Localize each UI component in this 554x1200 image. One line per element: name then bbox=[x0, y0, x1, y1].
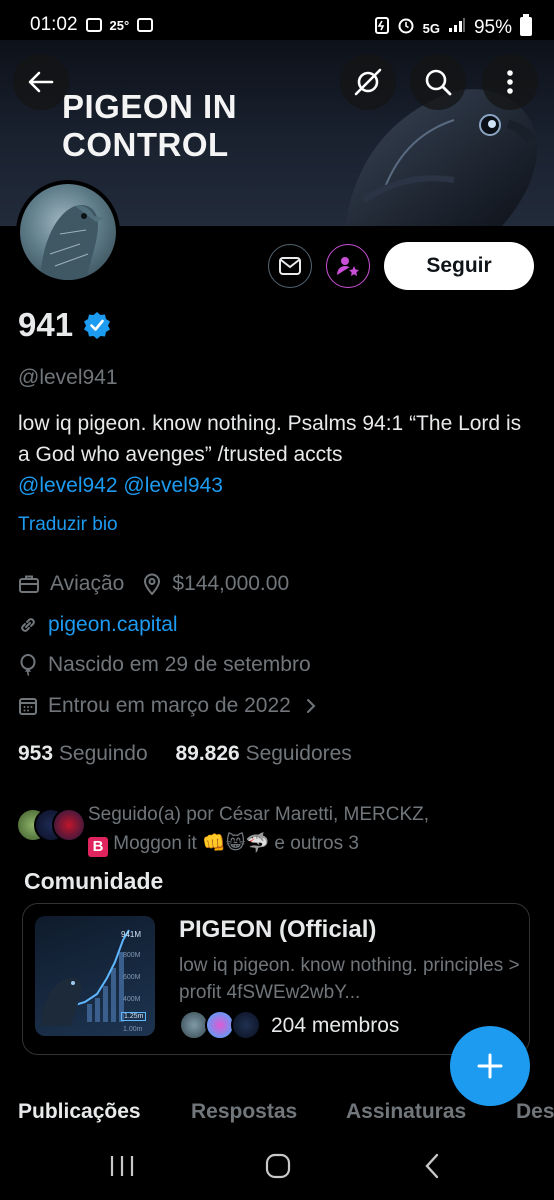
followed-by-emojis: 👊😸🦈 bbox=[202, 833, 270, 854]
link-icon bbox=[21, 618, 35, 632]
gallery-icon bbox=[85, 18, 102, 32]
grok-button[interactable] bbox=[340, 54, 396, 110]
bio-mention-level942[interactable]: @level942 bbox=[18, 474, 118, 497]
followers-count: 89.826 bbox=[175, 742, 240, 765]
more-options-button[interactable] bbox=[482, 54, 538, 110]
status-temperature: 25° bbox=[109, 17, 130, 33]
verified-badge-icon bbox=[84, 312, 111, 339]
profile-joined-row[interactable]: Entrou em março de 2022 bbox=[18, 694, 327, 718]
tab-respostas[interactable]: Respostas bbox=[191, 1100, 297, 1124]
profile-website-row: pigeon.capital bbox=[18, 613, 178, 637]
subscribe-star-icon bbox=[337, 257, 359, 276]
community-member-count: 204 membros bbox=[271, 1014, 400, 1037]
thumb-label: 1.00m bbox=[123, 1026, 143, 1033]
followed-by-line1: Seguido(a) por César Maretti, MERCKZ, bbox=[88, 804, 430, 825]
profile-birthday-row: Nascido em 29 de setembro bbox=[18, 653, 311, 677]
signal-icon bbox=[448, 17, 466, 39]
community-thumbnail: 941M 800M 600M 400M 1.25m 1.00m bbox=[35, 916, 155, 1036]
chevron-left-icon bbox=[425, 1153, 439, 1179]
network-type: 5G bbox=[422, 20, 440, 36]
follower-avatar bbox=[52, 808, 86, 842]
profile-joined: Entrou em março de 2022 bbox=[48, 694, 291, 717]
community-description: low iq pigeon. know nothing. principles … bbox=[179, 955, 520, 1003]
status-bar: 01:02 25° 5G 95% bbox=[0, 0, 554, 52]
mail-icon bbox=[279, 257, 301, 275]
tab-assinaturas[interactable]: Assinaturas bbox=[346, 1100, 466, 1124]
community-name: PIGEON (Official) bbox=[179, 916, 377, 943]
voicemail-icon bbox=[137, 18, 154, 32]
community-member-avatars bbox=[179, 1010, 263, 1042]
home-icon bbox=[265, 1153, 291, 1179]
followers-label: Seguidores bbox=[245, 742, 352, 765]
calendar-icon bbox=[19, 698, 37, 715]
profile-category-location-row: Aviação $144,000.00 bbox=[18, 572, 289, 596]
profile-birthday: Nascido em 29 de setembro bbox=[48, 653, 311, 676]
b-badge-icon: B bbox=[88, 837, 108, 857]
community-card[interactable]: 941M 800M 600M 400M 1.25m 1.00m PIGEON (… bbox=[22, 903, 530, 1055]
location-pin-icon bbox=[144, 573, 161, 595]
message-button[interactable] bbox=[268, 244, 312, 288]
community-section-title: Comunidade bbox=[24, 868, 164, 894]
status-time: 01:02 bbox=[30, 14, 78, 35]
followed-by-rest: e outros 3 bbox=[274, 833, 359, 854]
battery-level: 95% bbox=[473, 17, 512, 38]
followed-by-name: Moggon it bbox=[113, 833, 197, 854]
balloon-icon bbox=[20, 654, 36, 676]
profile-handle: @level941 bbox=[18, 366, 118, 389]
profile-tabs: Publicações Respostas Assinaturas Des bbox=[0, 1098, 554, 1134]
briefcase-icon bbox=[19, 575, 39, 593]
followers-link[interactable]: 89.826 Seguidores bbox=[175, 742, 351, 765]
profile-website-link[interactable]: pigeon.capital bbox=[48, 613, 178, 637]
thumb-label: 400M bbox=[123, 996, 141, 1003]
followed-by-text: Seguido(a) por César Maretti, MERCKZ, B … bbox=[88, 800, 528, 858]
profile-category: Aviação bbox=[50, 572, 125, 595]
battery-saver-icon bbox=[374, 16, 389, 40]
follow-stats: 953 Seguindo 89.826 Seguidores bbox=[18, 742, 352, 766]
recent-apps-button[interactable] bbox=[108, 1154, 136, 1183]
alarm-icon bbox=[397, 16, 415, 40]
home-button[interactable] bbox=[264, 1152, 292, 1185]
profile-bio: low iq pigeon. know nothing. Psalms 94:1… bbox=[18, 408, 538, 501]
followed-by-avatars bbox=[16, 808, 86, 844]
battery-icon bbox=[520, 14, 532, 42]
compose-post-button[interactable] bbox=[450, 1026, 530, 1106]
grok-icon bbox=[354, 68, 382, 96]
more-vertical-icon bbox=[507, 70, 513, 94]
tab-destaques[interactable]: Des bbox=[516, 1100, 554, 1124]
following-label: Seguindo bbox=[58, 742, 148, 765]
bio-text: low iq pigeon. know nothing. Psalms 94:1… bbox=[18, 412, 522, 466]
thumb-label: 1.25m bbox=[121, 1012, 147, 1021]
profile-avatar[interactable] bbox=[16, 180, 120, 284]
search-button[interactable] bbox=[410, 54, 466, 110]
pigeon-avatar-image bbox=[40, 204, 104, 280]
plus-icon bbox=[477, 1053, 503, 1079]
android-navigation-bar bbox=[0, 1136, 554, 1200]
profile-name-row: 941 bbox=[18, 306, 111, 344]
following-count: 953 bbox=[18, 742, 54, 765]
follow-button[interactable]: Seguir bbox=[384, 242, 534, 290]
thumb-label: 941M bbox=[121, 930, 142, 939]
tab-publicacoes[interactable]: Publicações bbox=[18, 1100, 141, 1124]
thumb-label: 600M bbox=[123, 974, 141, 981]
community-members-row: 204 membros bbox=[179, 1010, 399, 1042]
translate-bio-link[interactable]: Traduzir bio bbox=[18, 514, 118, 536]
member-avatar bbox=[231, 1010, 261, 1040]
back-button[interactable] bbox=[13, 54, 69, 110]
subscribe-button[interactable] bbox=[326, 244, 370, 288]
thumb-label: 800M bbox=[123, 952, 141, 959]
system-back-button[interactable] bbox=[422, 1152, 442, 1185]
chevron-right-icon bbox=[306, 699, 316, 713]
bio-mention-level943[interactable]: @level943 bbox=[123, 474, 223, 497]
arrow-left-icon bbox=[28, 71, 54, 93]
banner-title: PIGEON IN CONTROL bbox=[62, 88, 238, 163]
profile-name: 941 bbox=[18, 306, 74, 343]
following-link[interactable]: 953 Seguindo bbox=[18, 742, 148, 765]
profile-location: $144,000.00 bbox=[172, 572, 290, 595]
search-icon bbox=[425, 69, 452, 96]
recent-apps-icon bbox=[110, 1156, 134, 1176]
